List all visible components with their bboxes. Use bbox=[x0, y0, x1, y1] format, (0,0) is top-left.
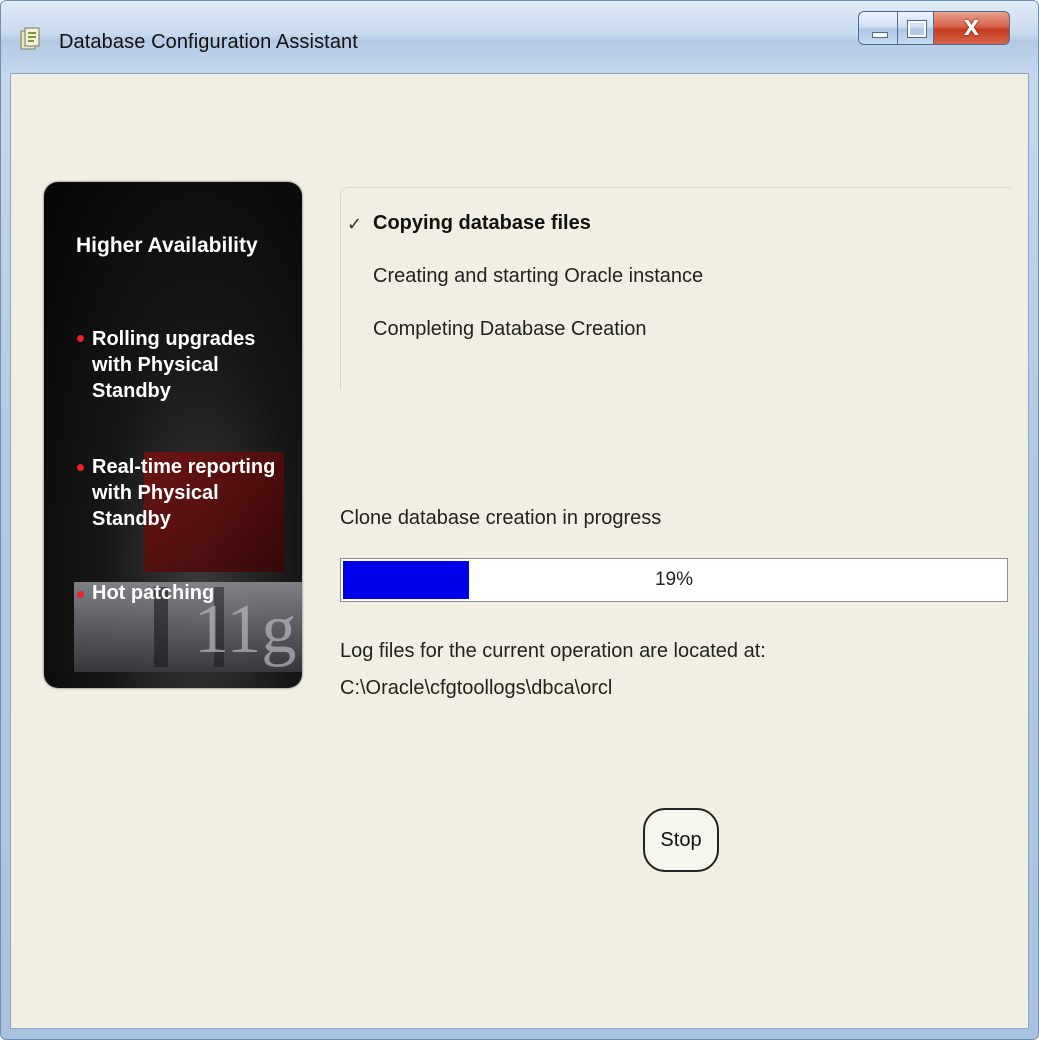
progress-status-text: Clone database creation in progress bbox=[340, 507, 662, 529]
app-icon bbox=[20, 27, 40, 50]
promo-item-line: Standby bbox=[92, 508, 171, 530]
window-controls: X bbox=[858, 11, 1026, 47]
maximize-icon bbox=[907, 20, 927, 38]
close-icon: X bbox=[963, 16, 980, 40]
step-creating-instance: Creating and starting Oracle instance bbox=[373, 265, 704, 287]
promo-panel: 11g Higher Availability Rolling upgrades… bbox=[44, 182, 302, 688]
maximize-button[interactable] bbox=[898, 11, 934, 45]
steps-list: ✓ Copying database files Creating and st… bbox=[340, 187, 1011, 390]
close-button[interactable]: X bbox=[934, 11, 1010, 45]
promo-item-rolling-upgrades: Rolling upgrades with Physical Standby bbox=[92, 326, 297, 404]
log-files-path: C:\Oracle\cfgtoollogs\dbca\orcl bbox=[340, 677, 613, 699]
step-copying-files: Copying database files bbox=[373, 212, 591, 234]
bullet-icon bbox=[77, 464, 84, 471]
promo-item-line: Rolling upgrades bbox=[92, 328, 256, 350]
promo-heading: Higher Availability bbox=[76, 234, 258, 257]
promo-item-line: with Physical bbox=[92, 482, 219, 504]
bullet-icon bbox=[77, 335, 84, 342]
step-completing-creation: Completing Database Creation bbox=[373, 318, 647, 340]
promo-item-line: Hot patching bbox=[92, 582, 215, 604]
checkmark-icon: ✓ bbox=[347, 214, 363, 234]
progress-bar: 19% bbox=[340, 558, 1008, 602]
promo-item-real-time-reporting: Real-time reporting with Physical Standb… bbox=[92, 454, 297, 532]
bullet-icon bbox=[77, 591, 84, 598]
stop-button[interactable]: Stop bbox=[643, 808, 719, 872]
title-bar[interactable]: Database Configuration Assistant X bbox=[1, 1, 1038, 73]
log-files-label: Log files for the current operation are … bbox=[340, 640, 766, 662]
window-title: Database Configuration Assistant bbox=[59, 31, 358, 53]
promo-item-line: with Physical bbox=[92, 354, 219, 376]
promo-item-hot-patching: Hot patching bbox=[92, 580, 297, 606]
progress-percent: 19% bbox=[654, 569, 694, 590]
client-area: 11g Higher Availability Rolling upgrades… bbox=[10, 73, 1029, 1029]
promo-item-line: Real-time reporting bbox=[92, 456, 276, 478]
minimize-icon bbox=[872, 32, 888, 38]
dbca-window: Database Configuration Assistant X 11g H… bbox=[0, 0, 1039, 1040]
minimize-button[interactable] bbox=[858, 11, 898, 45]
promo-item-line: Standby bbox=[92, 380, 171, 402]
